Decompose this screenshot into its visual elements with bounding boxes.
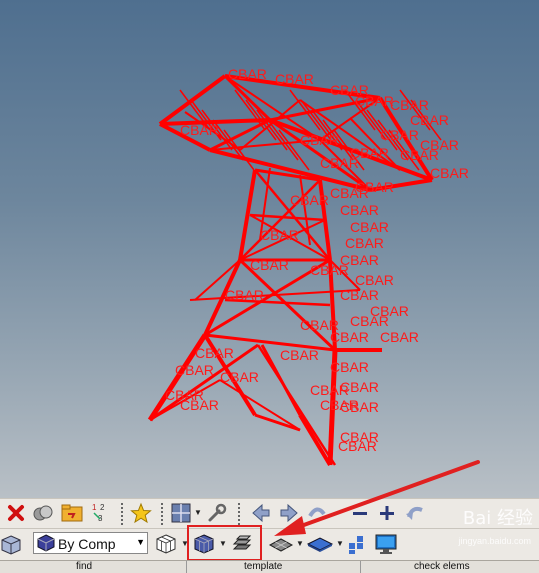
element-label: CBAR [228, 66, 267, 82]
element-label: CBAR [390, 97, 429, 113]
element-label: CBAR [355, 272, 394, 288]
color-mode-value: By Comp [58, 536, 116, 552]
element-label: CBAR [350, 313, 389, 329]
tab-template[interactable]: template [244, 561, 282, 573]
delete-icon[interactable] [6, 503, 26, 523]
watermark-url: jingyan.baidu.com [458, 536, 531, 546]
element-label: CBAR [250, 257, 289, 273]
tab-check-elems[interactable]: check elems [414, 561, 470, 573]
element-label: CBAR [340, 399, 379, 415]
tower-mesh: CBAR CBARCBARCBARCBARCBARCBARCBARCBARCBAR… [147, 66, 469, 467]
view-layout-dropdown[interactable]: ▼ [194, 508, 202, 517]
element-label: CBAR [340, 202, 379, 218]
folder-icon[interactable] [60, 502, 84, 524]
element-label: CBAR [220, 369, 259, 385]
svg-text:1: 1 [92, 503, 97, 512]
wrench-icon[interactable] [206, 502, 228, 524]
element-label: CBAR [320, 155, 359, 171]
beam-element [254, 413, 301, 432]
watermark-logo: Bai 经验 [462, 508, 533, 529]
tab-find[interactable]: find [76, 561, 92, 573]
element-label: CBAR [275, 71, 314, 87]
element-label: CBAR [175, 362, 214, 378]
element-label: CBAR [400, 147, 439, 163]
element-label: CBAR [280, 347, 319, 363]
element-label: CBAR [260, 227, 299, 243]
chevron-down-icon: ▼ [136, 537, 145, 547]
element-label: CBAR [345, 235, 384, 251]
svg-text:2: 2 [100, 503, 105, 512]
element-label: CBAR [330, 185, 369, 201]
graphics-viewport[interactable]: CBAR CBAR CBAR CBAR CBAR CBAR CBAR CBAR CBAR CBAR… [0, 0, 539, 498]
view-layout-icon[interactable] [170, 502, 192, 524]
element-label: CBAR [430, 165, 469, 181]
cube-icon[interactable] [0, 533, 22, 557]
element-label: CBAR [410, 112, 449, 128]
beam-element [249, 213, 326, 222]
element-label: CBAR [380, 329, 419, 345]
star-icon[interactable] [130, 502, 152, 524]
element-label: CBAR [380, 127, 419, 143]
highlight-box [187, 525, 262, 561]
separator [121, 503, 123, 525]
numbers-icon[interactable]: 123 [90, 501, 112, 525]
element-label: CBAR [180, 122, 219, 138]
element-label: CBAR [355, 93, 394, 109]
shaded-plane-dropdown[interactable]: ▼ [336, 539, 344, 548]
mask-icon[interactable] [32, 503, 54, 523]
element-label: CBAR [350, 219, 389, 235]
element-label: CBAR [300, 132, 339, 148]
element-label: CBAR [340, 287, 379, 303]
element-label: CBAR [290, 192, 329, 208]
separator [161, 503, 163, 525]
element-label: CBAR [300, 317, 339, 333]
element-label: CBAR [330, 359, 369, 375]
element-label: CBAR [225, 287, 264, 303]
plane-dropdown[interactable]: ▼ [296, 539, 304, 548]
beam-element [219, 379, 301, 431]
separator [238, 503, 240, 525]
element-label: CBAR [310, 262, 349, 278]
element-label: CBAR [310, 382, 349, 398]
wireframe-cube-icon[interactable] [154, 532, 178, 556]
element-label: CBAR [195, 345, 234, 361]
color-cube-icon [37, 534, 55, 552]
annotation-arrow [274, 460, 480, 536]
beam-element [299, 174, 311, 246]
element-label: CBAR [180, 397, 219, 413]
panel-tab-bar: find template check elems [0, 560, 539, 573]
